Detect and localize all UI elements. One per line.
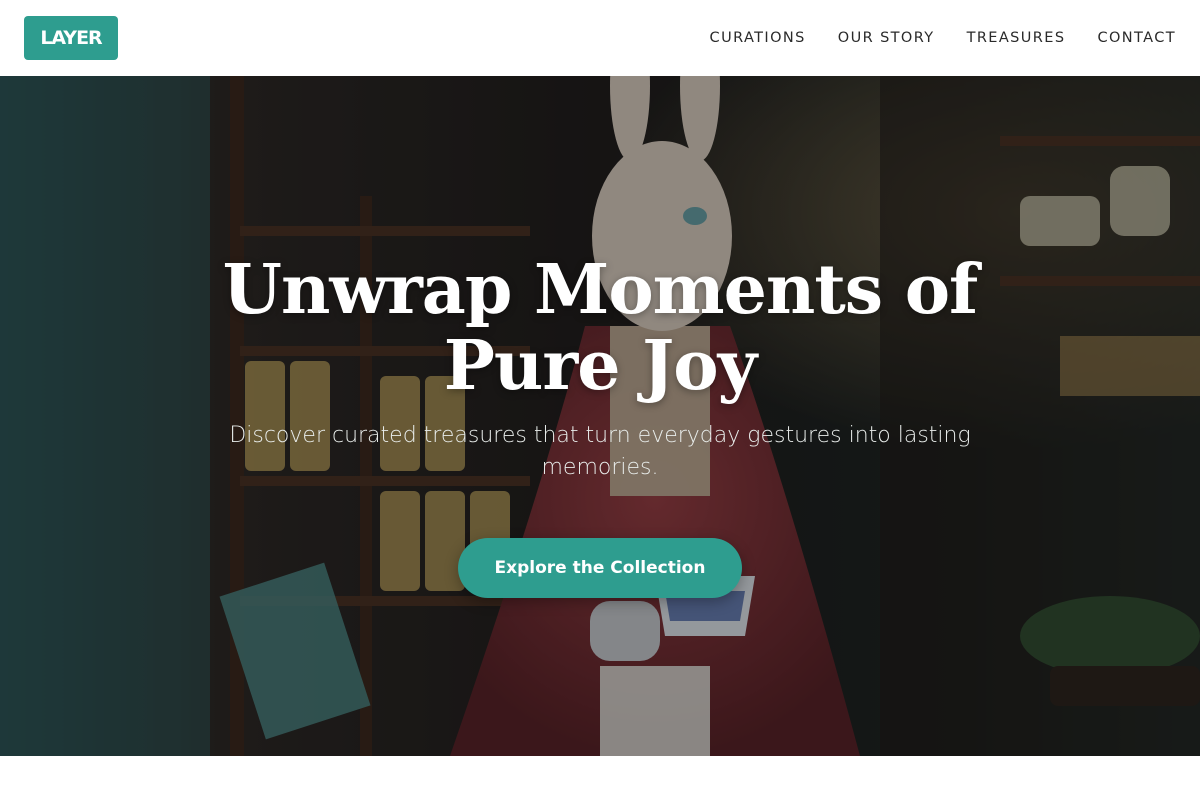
navbar: LAYER CURATIONS OUR STORY TREASURES CONT… xyxy=(0,0,1200,76)
nav-link-contact[interactable]: CONTACT xyxy=(1097,30,1176,46)
nav-link-treasures[interactable]: TREASURES xyxy=(967,30,1066,46)
hero-subtitle: Discover curated treasures that turn eve… xyxy=(229,423,971,480)
explore-collection-button[interactable]: Explore the Collection xyxy=(458,538,742,598)
hero-title: Unwrap Moments of Pure Joy xyxy=(222,250,979,406)
hero-content: Unwrap Moments of Pure Joy Discover cura… xyxy=(0,76,1200,756)
brand-logo[interactable]: LAYER xyxy=(24,16,118,60)
hero-section: Unwrap Moments of Pure Joy Discover cura… xyxy=(0,76,1200,756)
below-hero-section xyxy=(0,756,1200,800)
nav-link-curations[interactable]: CURATIONS xyxy=(710,30,806,46)
main-nav: CURATIONS OUR STORY TREASURES CONTACT xyxy=(710,30,1176,46)
nav-link-our-story[interactable]: OUR STORY xyxy=(838,30,935,46)
